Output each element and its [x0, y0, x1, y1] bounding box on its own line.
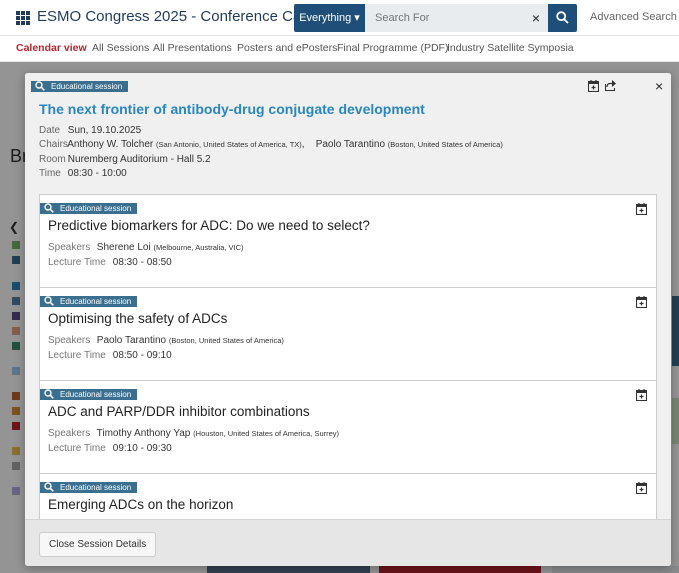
speaker-affiliation: (Boston, United States of America)	[168, 336, 284, 345]
nav-posters-eposters[interactable]: Posters and ePosters	[237, 42, 337, 54]
presentation-title[interactable]: Optimising the safety of ADCs	[48, 311, 227, 326]
calendar-add-icon[interactable]	[636, 203, 647, 215]
search-button[interactable]	[548, 4, 577, 32]
nav-all-sessions[interactable]: All Sessions	[92, 42, 149, 54]
speaker-name[interactable]: Paolo Tarantino	[97, 335, 166, 346]
clear-search-icon[interactable]: ×	[524, 4, 548, 32]
close-icon[interactable]: ×	[655, 79, 663, 93]
presentation-card[interactable]: Educational session Predictive biomarker…	[40, 195, 656, 288]
close-session-details-button[interactable]: Close Session Details	[39, 532, 157, 557]
speaker-affiliation: (Melbourne, Australia, VIC)	[153, 243, 244, 252]
modal-body: Educational session × The next frontier …	[25, 73, 671, 519]
share-icon[interactable]	[605, 79, 617, 91]
search-scope-dropdown[interactable]: Everything ▾	[294, 4, 365, 32]
search-icon	[44, 389, 54, 399]
modal-footer: Close Session Details	[25, 519, 671, 566]
presentation-card[interactable]: Educational session Emerging ADCs on the…	[40, 474, 656, 519]
advanced-search-link[interactable]: Advanced Search	[590, 11, 677, 23]
presentation-speakers-row: Speakers Sherene Loi (Melbourne, Austral…	[48, 242, 244, 253]
search-input[interactable]	[365, 4, 524, 32]
nav-calendar-view[interactable]: Calendar view	[16, 42, 87, 54]
search-icon	[35, 81, 45, 91]
calendar-add-icon[interactable]	[636, 389, 647, 401]
speaker-affiliation: (Houston, United States of America, Surr…	[193, 429, 340, 438]
top-bar: ESMO Congress 2025 - Conference Calen...…	[0, 0, 679, 36]
app-title: ESMO Congress 2025 - Conference Calen...	[37, 8, 334, 25]
session-room-row: Room Nuremberg Auditorium - Hall 5.2	[39, 154, 211, 165]
presentation-title[interactable]: Predictive biomarkers for ADC: Do we nee…	[48, 218, 370, 233]
presentation-type-badge: Educational session	[40, 482, 138, 493]
presentation-type-badge: Educational session	[40, 203, 138, 214]
presentation-time-row: Lecture Time 08:30 - 08:50	[48, 257, 172, 268]
calendar-add-icon[interactable]	[588, 80, 599, 92]
apps-grid-icon[interactable]	[16, 11, 30, 25]
main-nav: Calendar view All Sessions All Presentat…	[0, 36, 679, 62]
chair-name[interactable]: Anthony W. Tolcher	[67, 139, 153, 150]
session-date-row: Date Sun, 19.10.2025	[39, 125, 142, 136]
speaker-name[interactable]: Timothy Anthony Yap	[97, 428, 191, 439]
presentation-type-badge: Educational session	[40, 296, 138, 307]
session-time-row: Time 08:30 - 10:00	[39, 168, 127, 179]
nav-final-programme[interactable]: Final Programme (PDF)	[337, 42, 448, 54]
session-title: The next frontier of antibody-drug conju…	[39, 101, 425, 117]
presentation-list: Educational session Predictive biomarker…	[39, 194, 657, 519]
session-details-modal: Educational session × The next frontier …	[25, 73, 671, 566]
presentation-speakers-row: Speakers Paolo Tarantino (Boston, United…	[48, 335, 284, 346]
presentation-title[interactable]: ADC and PARP/DDR inhibitor combinations	[48, 404, 310, 419]
search-icon	[44, 296, 54, 306]
session-type-badge: Educational session	[31, 81, 129, 99]
chair-affiliation: (San Antonio, United States of America, …	[156, 140, 302, 149]
chair-name[interactable]: Paolo Tarantino	[316, 139, 385, 150]
chair-affiliation: (Boston, United States of America)	[387, 140, 503, 149]
presentation-card[interactable]: Educational session Optimising the safet…	[40, 288, 656, 381]
nav-industry-symposia[interactable]: Industry Satellite Symposia	[447, 42, 574, 54]
search-icon	[44, 203, 54, 213]
calendar-add-icon[interactable]	[636, 296, 647, 308]
presentation-time-row: Lecture Time 09:10 - 09:30	[48, 443, 172, 454]
presentation-card[interactable]: Educational session ADC and PARP/DDR inh…	[40, 381, 656, 474]
speaker-name[interactable]: Sherene Loi	[97, 242, 151, 253]
search-icon	[556, 11, 569, 24]
calendar-add-icon[interactable]	[636, 482, 647, 494]
presentation-type-badge: Educational session	[40, 389, 138, 400]
presentation-title[interactable]: Emerging ADCs on the horizon	[48, 497, 233, 512]
presentation-time-row: Lecture Time 08:50 - 09:10	[48, 350, 172, 361]
search-icon	[44, 482, 54, 492]
presentation-speakers-row: Speakers Timothy Anthony Yap (Houston, U…	[48, 428, 340, 439]
session-chairs-row: Chairs Anthony W. Tolcher (San Antonio, …	[39, 139, 503, 150]
nav-all-presentations[interactable]: All Presentations	[153, 42, 232, 54]
